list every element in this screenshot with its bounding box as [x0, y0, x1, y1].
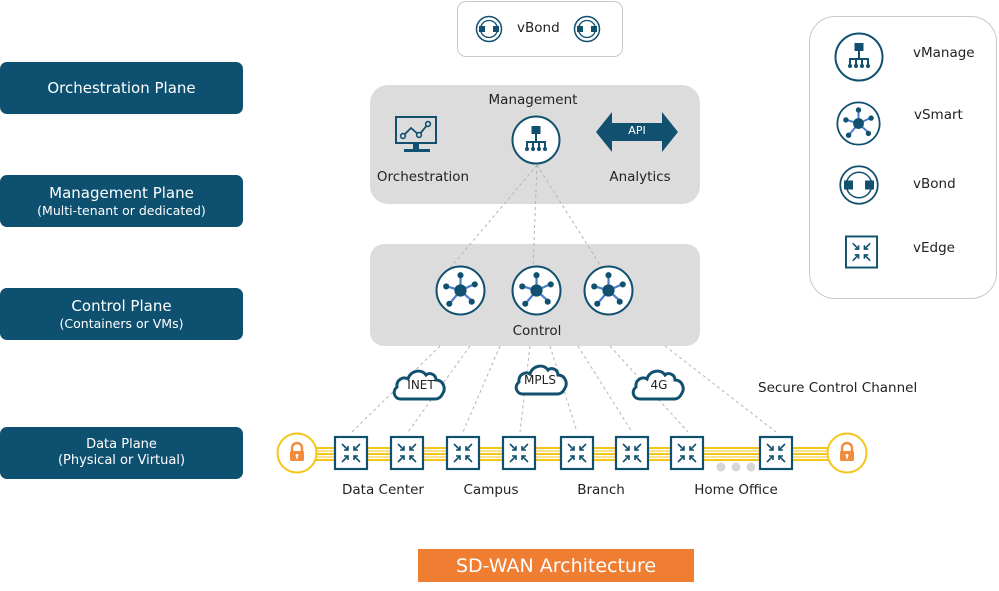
- vedge-icon: [614, 435, 650, 471]
- legend-vedge-icon: [845, 235, 878, 269]
- vsmart-icon: [435, 265, 486, 316]
- vbond-icon: [475, 15, 503, 43]
- site-label-branch: Branch: [577, 482, 625, 498]
- monitor-chart-icon: [395, 116, 437, 152]
- analytics-label: Analytics: [609, 169, 671, 185]
- site-label-campus: Campus: [463, 482, 519, 498]
- vedge-icon: [559, 435, 595, 471]
- control-label: Control: [512, 323, 562, 339]
- vedge-icon: [389, 435, 425, 471]
- link-line: [462, 345, 501, 433]
- vmanage-icon: [511, 115, 561, 165]
- more-sites-ellipsis-icon: [716, 462, 756, 472]
- link-line: [536, 164, 603, 269]
- lock-icon: [826, 432, 868, 474]
- link-line: [532, 164, 538, 269]
- vbond-icon: [573, 15, 601, 43]
- vsmart-icon: [583, 265, 634, 316]
- vedge-icon: [501, 435, 537, 471]
- legend-label-vbond: vBond: [913, 176, 956, 192]
- legend-label-vsmart: vSmart: [914, 107, 963, 123]
- lock-icon: [276, 432, 318, 474]
- legend-vmanage-icon: [834, 32, 884, 82]
- legend-label-vmanage: vManage: [913, 45, 975, 61]
- transport-label-inet: INET: [407, 378, 435, 392]
- diagram-title-banner: SD-WAN Architecture: [418, 549, 694, 582]
- link-line: [577, 345, 633, 433]
- legend-vbond-icon: [839, 165, 879, 205]
- vbond-box-label: vBond: [517, 20, 560, 36]
- transport-label-4g: 4G: [650, 378, 668, 392]
- vedge-icon: [758, 435, 794, 471]
- transport-label-mpls: MPLS: [524, 373, 556, 387]
- orchestration-label: Orchestration: [376, 169, 470, 185]
- diagram-title: SD-WAN Architecture: [455, 554, 657, 577]
- legend-vsmart-icon: [836, 101, 881, 146]
- secure-channel-label: Secure Control Channel: [758, 380, 918, 396]
- vedge-icon: [333, 435, 369, 471]
- site-label-data-center: Data Center: [342, 482, 424, 498]
- vsmart-icon: [511, 265, 562, 316]
- management-title: Management: [488, 92, 578, 108]
- vedge-icon: [445, 435, 481, 471]
- site-label-home-office: Home Office: [694, 482, 778, 498]
- vedge-icon: [669, 435, 705, 471]
- api-label: API: [628, 124, 646, 137]
- legend-label-vedge: vEdge: [913, 240, 955, 256]
